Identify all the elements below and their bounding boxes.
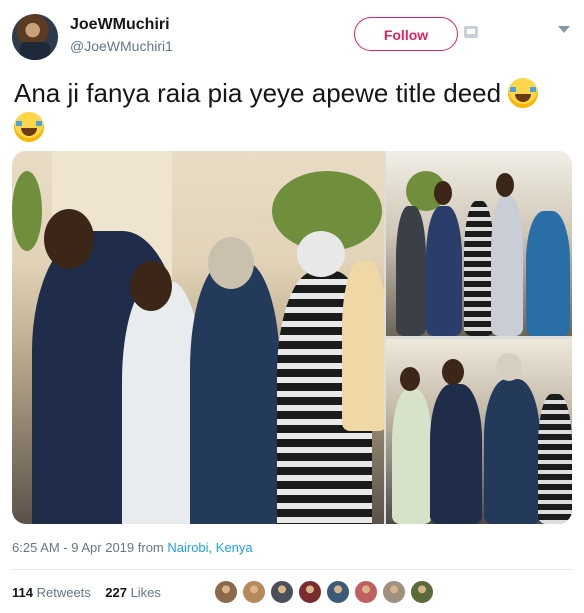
chevron-down-icon[interactable] xyxy=(558,26,570,33)
retweets-label: Retweets xyxy=(32,585,91,600)
envelope-icon[interactable] xyxy=(464,26,478,38)
user-handle[interactable]: @JoeWMuchiri1 xyxy=(70,38,173,54)
photo-main[interactable] xyxy=(12,151,384,524)
follow-button[interactable]: Follow xyxy=(354,17,458,51)
tweet-body: Ana ji fanya raia pia yeye apewe title d… xyxy=(14,78,502,108)
liker-avatar[interactable] xyxy=(270,580,294,604)
photo-top-right[interactable] xyxy=(386,151,572,336)
retweets-count: 114 xyxy=(12,585,33,600)
display-name[interactable]: JoeWMuchiri xyxy=(70,16,170,34)
liker-avatar[interactable] xyxy=(354,580,378,604)
liker-avatar[interactable] xyxy=(410,580,434,604)
tweet-header: JoeWMuchiri @JoeWMuchiri1 Follow xyxy=(12,12,572,62)
liker-avatar[interactable] xyxy=(242,580,266,604)
divider xyxy=(12,569,572,570)
liker-avatar[interactable] xyxy=(326,580,350,604)
avatar[interactable] xyxy=(12,14,58,60)
liker-avatar[interactable] xyxy=(298,580,322,604)
tweet-timestamp: 6:25 AM - 9 Apr 2019 from Nairobi, Kenya xyxy=(12,540,253,555)
liker-avatar[interactable] xyxy=(382,580,406,604)
likes-label: Likes xyxy=(126,585,161,600)
retweets-stat[interactable]: 114 Retweets xyxy=(12,585,91,600)
tweet-text: Ana ji fanya raia pia yeye apewe title d… xyxy=(14,76,574,144)
timestamp-text[interactable]: 6:25 AM - 9 Apr 2019 from xyxy=(12,540,167,555)
photo-bottom-right[interactable] xyxy=(386,339,572,524)
likes-count: 227 xyxy=(105,585,127,600)
location-link[interactable]: Nairobi, Kenya xyxy=(167,540,252,555)
liker-avatar[interactable] xyxy=(214,580,238,604)
likes-stat[interactable]: 227 Likes xyxy=(105,585,161,600)
tears-of-joy-emoji xyxy=(14,112,44,142)
tweet-stats: 114 Retweets 227 Likes xyxy=(12,585,161,600)
tweet-media[interactable] xyxy=(12,151,572,524)
tears-of-joy-emoji xyxy=(508,78,539,108)
